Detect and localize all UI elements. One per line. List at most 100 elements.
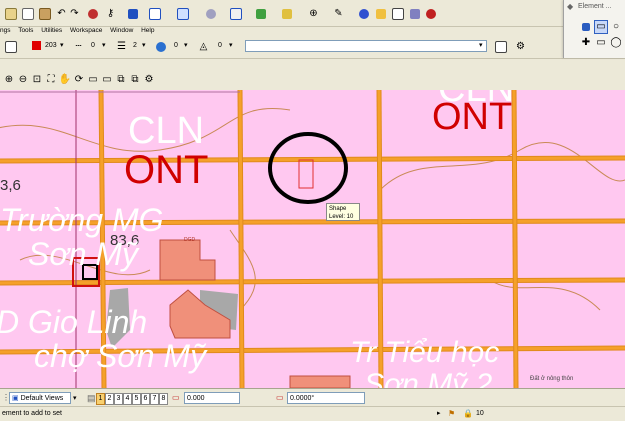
element-selection-icon[interactable] — [146, 5, 163, 22]
view-selector-label: Default Views — [20, 395, 64, 402]
zoom-in-icon[interactable]: ⊕ — [2, 73, 16, 87]
element-panel-icon: ◆ — [567, 2, 574, 11]
folder-icon[interactable] — [372, 5, 389, 22]
line-weight-dropdown-icon[interactable]: ▾ — [142, 42, 146, 49]
class-value: 0 — [218, 42, 222, 49]
place-shape-icon[interactable] — [202, 5, 219, 22]
line-style-icon[interactable]: ┄ — [70, 38, 87, 55]
template-icon[interactable] — [492, 38, 509, 55]
element-box-icon[interactable]: ▭ — [594, 36, 608, 50]
menu-item-utilities[interactable]: Utilities — [41, 27, 62, 34]
label-small-center: DGD — [184, 237, 196, 243]
view-settings-icon[interactable]: ⚙ — [142, 73, 156, 87]
raster-icon[interactable] — [406, 5, 423, 22]
modify-icon[interactable] — [227, 5, 244, 22]
info-icon[interactable] — [355, 5, 372, 22]
element-place-icon[interactable]: ▭ — [594, 20, 608, 34]
drawing-view[interactable]: CLN ONT CLN ONT 3,6 83,6 Trường MG Sơn M… — [0, 90, 625, 388]
line-style-value: 0 — [91, 42, 95, 49]
label-cln: CLN — [128, 110, 205, 152]
settings-icon[interactable]: ⚙ — [512, 38, 529, 55]
tooltip-level: Level: 10 — [329, 214, 354, 220]
label-small-right: Đất ở nông thôn — [530, 376, 574, 382]
window-area-icon[interactable]: ⊡ — [30, 73, 44, 87]
view-button-4[interactable]: 4 — [123, 393, 132, 405]
view-selector-dropdown-icon[interactable]: ▾ — [73, 395, 77, 402]
view-button-8[interactable]: 8 — [159, 393, 168, 405]
view-button-5[interactable]: 5 — [132, 393, 141, 405]
view-selector-icon: ▣ — [12, 395, 19, 402]
measure-icon[interactable]: ✎ — [330, 5, 347, 22]
zoom-icon[interactable]: ⊕ — [305, 5, 322, 22]
view-next-icon[interactable]: ▭ — [100, 73, 114, 87]
view-button-2[interactable]: 2 — [105, 393, 114, 405]
view-previous-icon[interactable]: ▭ — [86, 73, 100, 87]
rotate-view-icon[interactable]: ⟳ — [72, 73, 86, 87]
menu-item-help[interactable]: Help — [141, 27, 154, 34]
label-tieu-hoc: Tr Tiểu học — [350, 336, 500, 369]
element-grid-icon[interactable] — [579, 20, 593, 34]
label-cho-son-my: chợ Sơn Mỹ — [34, 338, 207, 374]
menu-item-settings[interactable]: ngs — [0, 27, 10, 34]
fill-icon[interactable] — [152, 38, 169, 55]
element-ellipse-icon[interactable]: ◯ — [609, 36, 623, 50]
label-elevation-left: 3,6 — [0, 177, 21, 194]
new-file-icon[interactable] — [2, 5, 19, 22]
menu-item-workspace[interactable]: Workspace — [70, 27, 102, 34]
line-weight-value: 2 — [133, 42, 137, 49]
level-dropdown-arrow-icon[interactable]: ▾ — [479, 42, 483, 49]
element-circle-icon[interactable]: ○ — [609, 20, 623, 34]
layers-icon[interactable] — [252, 5, 269, 22]
coordinate-field[interactable]: 0.000 — [184, 392, 240, 404]
key-icon[interactable]: ⚷ — [102, 5, 119, 22]
view-button-1[interactable]: 1 — [96, 393, 105, 405]
status-cursor-icon: ▸ — [437, 410, 441, 417]
fit-view-icon[interactable]: ⛶ — [44, 73, 58, 87]
menu-item-tools[interactable]: Tools — [18, 27, 33, 34]
color-dropdown-icon[interactable]: ▾ — [60, 42, 64, 49]
level-dropdown[interactable] — [245, 40, 487, 52]
tooltip-type: Shape — [329, 206, 347, 212]
main-toolbar: ↶ ↷ ⚷ ⊕ ✎ — [0, 0, 625, 27]
view-control-icon[interactable] — [124, 5, 141, 22]
label-son-my-2: Sơn Mỹ 2 — [364, 368, 493, 389]
view-attributes-icon[interactable]: ⧉ — [128, 73, 142, 87]
class-icon[interactable]: ◬ — [195, 38, 212, 55]
active-level-icon[interactable] — [2, 38, 19, 55]
element-move-icon[interactable]: ✚ — [579, 36, 593, 50]
status-message: ement to add to set — [2, 410, 62, 417]
label-ont-left: ONT — [124, 148, 209, 192]
paste-icon[interactable] — [36, 5, 53, 22]
fence-icon[interactable] — [174, 5, 191, 22]
color-swatch[interactable] — [32, 41, 41, 50]
label-son-my: Sơn Mỹ — [28, 236, 139, 272]
snap-icon[interactable] — [389, 5, 406, 22]
menu-item-window[interactable]: Window — [110, 27, 133, 34]
fill-dropdown-icon[interactable]: ▾ — [184, 42, 188, 49]
copy-icon[interactable] — [19, 5, 36, 22]
help-globe-icon[interactable] — [84, 5, 101, 22]
status-flag-icon: ⚑ — [448, 409, 456, 418]
view-button-6[interactable]: 6 — [141, 393, 150, 405]
label-gio-linh: D Gio Linh — [0, 304, 148, 340]
view-button-7[interactable]: 7 — [150, 393, 159, 405]
label-ont-right: ONT — [432, 96, 513, 138]
status-bar: ement to add to set ▸ ⚑ 🔒 10 — [0, 406, 625, 421]
menu-bar: ngs Tools Utilities Workspace Window Hel… — [0, 27, 160, 34]
stack-icon[interactable] — [278, 5, 295, 22]
line-weight-icon[interactable]: ☰ — [113, 38, 130, 55]
view-selector[interactable]: ▣ Default Views — [9, 392, 71, 404]
view-status-bar: ⋮ ▣ Default Views ▾ ▤ 1 2 3 4 5 6 7 8 ▭ … — [0, 388, 625, 407]
lock-icon[interactable]: 🔒 — [463, 407, 473, 421]
zoom-out-icon[interactable]: ⊖ — [16, 73, 30, 87]
line-style-dropdown-icon[interactable]: ▾ — [102, 42, 106, 49]
element-panel-title: Element ... — [578, 3, 612, 10]
pan-icon[interactable]: ✋ — [58, 73, 72, 87]
view-toolbar: ⊕ ⊖ ⊡ ⛶ ✋ ⟳ ▭ ▭ ⧉ ⧉ ⚙ — [0, 72, 625, 90]
class-dropdown-icon[interactable]: ▾ — [229, 42, 233, 49]
copy-view-icon[interactable]: ⧉ — [114, 73, 128, 87]
angle-field[interactable]: 0.0000° — [287, 392, 365, 404]
redo-icon[interactable]: ↷ — [66, 5, 83, 22]
delete-icon[interactable] — [422, 5, 439, 22]
view-button-3[interactable]: 3 — [114, 393, 123, 405]
